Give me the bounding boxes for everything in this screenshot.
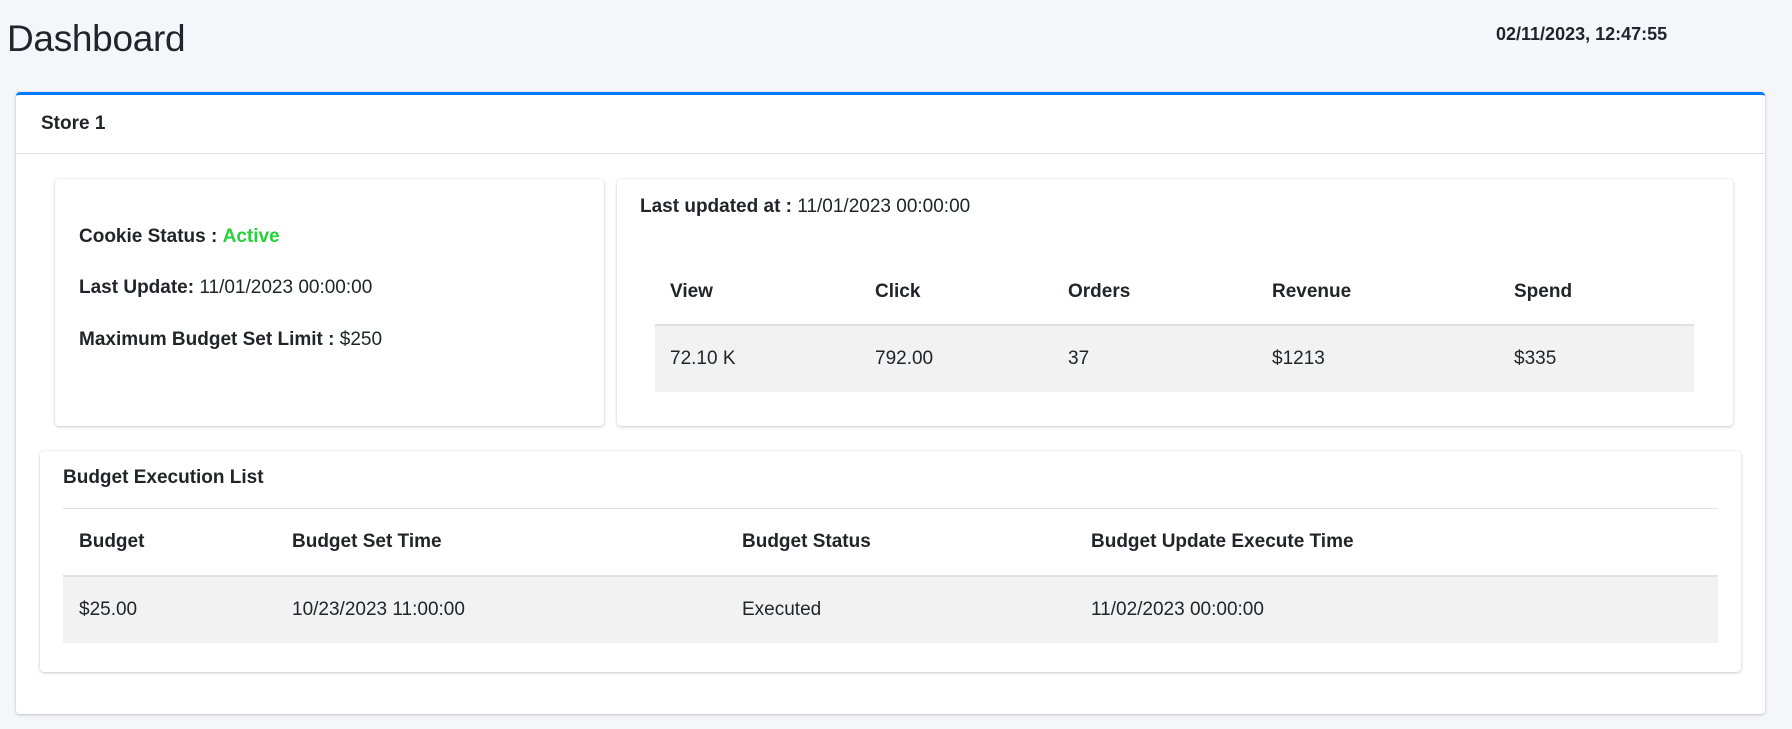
last-update-row: Last Update: 11/01/2023 00:00:00 [79, 277, 372, 299]
store-title: Store 1 [41, 113, 106, 134]
store-info-card: Cookie Status : Active Last Update: 11/0… [55, 179, 604, 426]
column-header-budget-set-time: Budget Set Time [276, 509, 726, 577]
budget-execution-title: Budget Execution List [63, 467, 264, 488]
column-header-budget-update-execute-time: Budget Update Execute Time [1075, 509, 1718, 577]
stats-card: Last updated at : 11/01/2023 00:00:00 Vi… [617, 179, 1733, 426]
dashboard-page: Dashboard 02/11/2023, 12:47:55 Store 1 C… [0, 0, 1792, 729]
stats-last-updated-value: 11/01/2023 00:00:00 [797, 196, 971, 217]
cell-budget: $25.00 [63, 576, 276, 643]
page-title: Dashboard [7, 18, 186, 59]
stats-table: View Click Orders Revenue Spend 72.10 K … [655, 259, 1694, 392]
column-header-revenue: Revenue [1257, 259, 1499, 326]
budget-header-row: Budget Budget Set Time Budget Status Bud… [63, 509, 1718, 577]
cell-spend: $335 [1499, 325, 1694, 392]
current-datetime: 02/11/2023, 12:47:55 [1496, 24, 1668, 44]
last-update-value: 11/01/2023 00:00:00 [199, 277, 373, 298]
cell-orders: 37 [1053, 325, 1257, 392]
cookie-status-value: Active [222, 226, 280, 247]
table-row: $25.00 10/23/2023 11:00:00 Executed 11/0… [63, 576, 1718, 643]
cookie-status-row: Cookie Status : Active [79, 226, 280, 248]
max-budget-label: Maximum Budget Set Limit : [79, 329, 335, 350]
cell-view: 72.10 K [655, 325, 860, 392]
cell-click: 792.00 [860, 325, 1053, 392]
column-header-spend: Spend [1499, 259, 1694, 326]
column-header-orders: Orders [1053, 259, 1257, 326]
max-budget-value: $250 [339, 329, 383, 350]
table-row: 72.10 K 792.00 37 $1213 $335 [655, 325, 1694, 392]
budget-execution-card: Budget Execution List Budget Budget Set … [40, 451, 1741, 672]
store-card-header: Store 1 [16, 95, 1765, 154]
column-header-click: Click [860, 259, 1053, 326]
column-header-view: View [655, 259, 860, 326]
max-budget-row: Maximum Budget Set Limit : $250 [79, 329, 382, 351]
stats-last-updated-label: Last updated at : [640, 196, 793, 217]
last-update-label: Last Update: [79, 277, 195, 298]
cell-revenue: $1213 [1257, 325, 1499, 392]
stats-last-updated: Last updated at : 11/01/2023 00:00:00 [640, 196, 970, 218]
cell-budget-status: Executed [726, 576, 1075, 643]
cell-budget-update-execute-time: 11/02/2023 00:00:00 [1075, 576, 1718, 643]
cell-budget-set-time: 10/23/2023 11:00:00 [276, 576, 726, 643]
column-header-budget: Budget [63, 509, 276, 577]
stats-header-row: View Click Orders Revenue Spend [655, 259, 1694, 326]
budget-execution-table: Budget Budget Set Time Budget Status Bud… [63, 509, 1718, 643]
store-card: Store 1 Cookie Status : Active Last Upda… [16, 92, 1765, 714]
column-header-budget-status: Budget Status [726, 509, 1075, 577]
cookie-status-label: Cookie Status : [79, 226, 218, 247]
